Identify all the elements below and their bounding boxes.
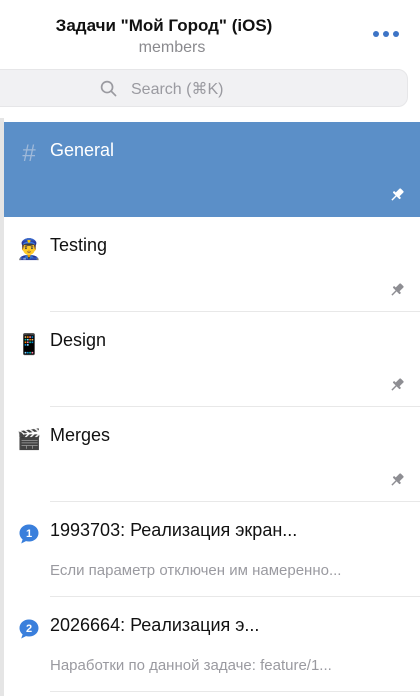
channel-name: 2026664: Реализация э... xyxy=(50,615,260,635)
hash-icon: # xyxy=(22,140,36,167)
last-message-preview: Наработки по данной задаче: feature/1... xyxy=(50,657,332,674)
chat-title[interactable]: Задачи "Мой Город" (iOS) xyxy=(0,16,328,36)
pin-icon xyxy=(391,283,404,296)
pin-icon xyxy=(391,378,404,391)
pin-icon xyxy=(391,188,404,201)
channel-row-2026664[interactable]: 2 2026664: Реализация э... Наработки по … xyxy=(4,597,420,692)
more-options-button[interactable] xyxy=(368,24,404,44)
channel-row-merges[interactable]: 🎬 Merges xyxy=(4,407,420,502)
channel-name: 1993703: Реализация экран... xyxy=(50,520,298,540)
channel-name: Testing xyxy=(50,235,108,255)
last-message-preview: Если параметр отключен им намеренно... xyxy=(50,562,342,579)
channel-row-design[interactable]: 📱 Design xyxy=(4,312,420,407)
clapper-board-icon: 🎬 xyxy=(16,428,42,451)
channel-row-testing[interactable]: 👮‍♂️ Testing xyxy=(4,217,420,312)
mobile-phone-icon: 📱 xyxy=(16,333,42,356)
row-separator xyxy=(50,691,420,692)
channel-name: Design xyxy=(50,330,107,350)
svg-text:1: 1 xyxy=(26,528,32,540)
svg-text:2: 2 xyxy=(26,623,32,635)
channel-name: Merges xyxy=(50,425,111,445)
police-officer-icon: 👮‍♂️ xyxy=(16,238,42,261)
chat-subtitle[interactable]: members xyxy=(0,39,344,57)
search-icon xyxy=(100,80,117,97)
channel-name: General xyxy=(50,140,115,160)
speech-bubble-two-icon: 2 xyxy=(16,616,42,642)
speech-bubble-one-icon: 1 xyxy=(16,521,42,547)
ellipsis-icon xyxy=(373,31,379,37)
channel-row-general[interactable]: # General xyxy=(4,122,420,217)
channel-row-1993703[interactable]: 1 1993703: Реализация экран... Если пара… xyxy=(4,502,420,597)
chat-header: Задачи "Мой Город" (iOS) members xyxy=(0,0,420,62)
pin-icon xyxy=(391,473,404,486)
search-placeholder: Search (⌘K) xyxy=(131,81,224,98)
search-field[interactable]: Search (⌘K) xyxy=(0,69,408,107)
